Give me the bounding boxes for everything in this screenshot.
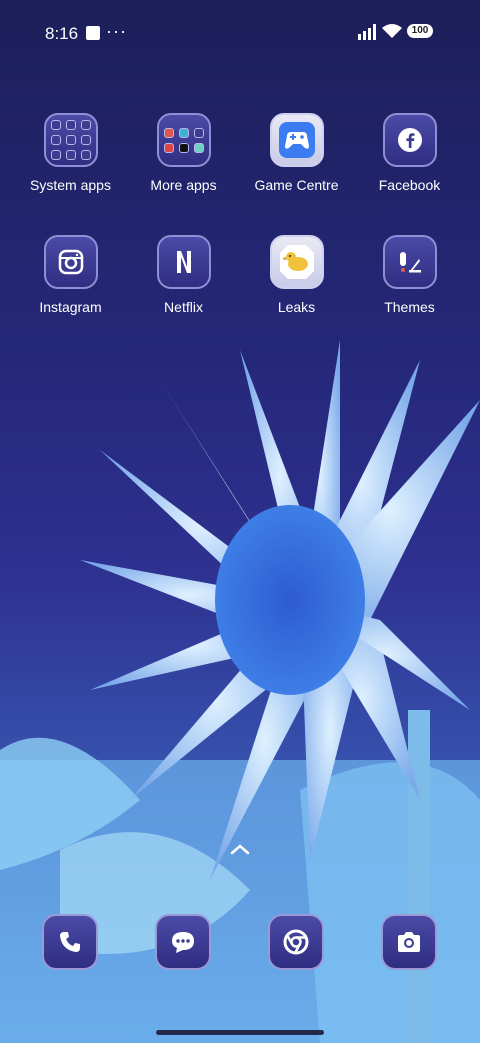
app-label: More apps xyxy=(150,177,217,193)
chevron-up-icon[interactable] xyxy=(229,842,251,856)
camera-icon xyxy=(43,235,98,289)
status-time: 8:16 xyxy=(45,24,79,43)
more-notifications-icon: ··· xyxy=(106,21,127,41)
app-system-apps[interactable]: System apps xyxy=(14,113,127,193)
home-indicator[interactable] xyxy=(156,1030,324,1035)
app-game-centre[interactable]: Game Centre xyxy=(240,113,353,193)
app-label: Game Centre xyxy=(254,177,339,193)
app-label: Netflix xyxy=(164,299,203,315)
app-facebook[interactable]: Facebook xyxy=(353,113,466,193)
camera-icon[interactable] xyxy=(381,914,437,970)
folder-icon xyxy=(43,113,98,167)
facebook-icon xyxy=(382,113,437,167)
app-label: Facebook xyxy=(378,177,441,193)
chrome-icon[interactable] xyxy=(268,914,324,970)
app-label: Leaks xyxy=(277,299,316,315)
app-leaks[interactable]: Leaks xyxy=(240,235,353,315)
themes-icon xyxy=(382,235,437,289)
messages-icon[interactable] xyxy=(155,914,211,970)
app-netflix[interactable]: Netflix xyxy=(127,235,240,315)
signal-icon xyxy=(358,24,376,40)
battery-icon: 100 xyxy=(407,24,433,38)
app-label: Instagram xyxy=(39,299,102,315)
app-label: Themes xyxy=(384,299,435,315)
app-label: System apps xyxy=(30,177,111,193)
phone-icon[interactable] xyxy=(42,914,98,970)
netflix-icon xyxy=(156,235,211,289)
gamepad-icon xyxy=(269,113,324,167)
wifi-icon xyxy=(382,24,402,38)
status-bar: 8:16 ··· 100 xyxy=(0,18,480,48)
app-themes[interactable]: Themes xyxy=(353,235,466,315)
app-instagram[interactable]: Instagram xyxy=(14,235,127,315)
bird-icon xyxy=(269,235,324,289)
app-more-apps[interactable]: More apps xyxy=(127,113,240,193)
folder-icon xyxy=(156,113,211,167)
notification-icon xyxy=(86,26,100,40)
